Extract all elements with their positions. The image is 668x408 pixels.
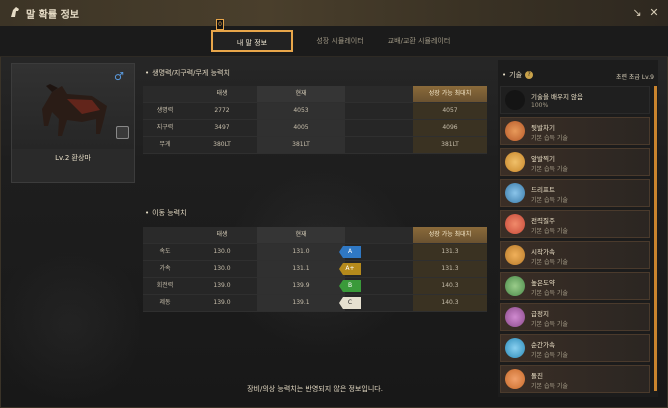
skill-item[interactable]: 급정지 기본 습득 기술 xyxy=(500,303,650,331)
help-icon[interactable]: ? xyxy=(525,71,534,79)
sudden-stop-icon xyxy=(505,307,525,327)
horse-info-window: 말 확률 정보 ↘ ✕ 내 말 정보 성장 시뮬레이터 교배/교환 시뮬레이터 … xyxy=(0,0,668,408)
skills-scrollbar[interactable] xyxy=(654,86,657,391)
move-section-title: • 이동 능력치 xyxy=(145,209,187,217)
high-jump-icon xyxy=(505,276,525,296)
bottom-note: 장비/의상 능력치는 반영되지 않은 정보입니다. xyxy=(247,385,383,393)
skill-item[interactable]: 돌진 기본 습득 기술 xyxy=(500,365,650,393)
table-row: 회전력 139.0 139.9 B 140.3 xyxy=(143,278,487,295)
window-title: 말 확률 정보 xyxy=(26,10,79,21)
skill-item[interactable]: 시작가속 기본 습득 기술 xyxy=(500,241,650,269)
drift-icon xyxy=(505,183,525,203)
skills-title: • 기술? xyxy=(502,70,534,80)
horse-card[interactable]: ♂ Lv.2 환상마 xyxy=(11,63,135,183)
grade-badge: C xyxy=(339,297,361,309)
horse-head-icon xyxy=(11,7,19,17)
skill-item[interactable]: 앞발찍기 기본 습득 기술 xyxy=(500,148,650,176)
table-row: 생명력 2772 4053 4057 xyxy=(143,103,487,120)
table-row: 가속 130.0 131.1 A+ 131.3 xyxy=(143,261,487,278)
skill-slot[interactable]: 기술을 배우지 않음 100% xyxy=(500,86,650,114)
table-row: 제동 139.0 139.1 C 140.3 xyxy=(143,295,487,312)
tab-growth-simulator[interactable]: 성장 시뮬레이터 xyxy=(305,30,375,52)
kick-icon xyxy=(505,121,525,141)
charge-icon xyxy=(505,369,525,389)
horse-skill-button[interactable] xyxy=(116,126,129,139)
restore-icon[interactable]: ↘ xyxy=(631,7,643,19)
grade-badge: A+ xyxy=(339,263,361,275)
tab-badge: 0 xyxy=(216,19,224,30)
skill-item[interactable]: 순간가속 기본 습득 기술 xyxy=(500,334,650,362)
tab-breeding-simulator[interactable]: 교배/교환 시뮬레이터 xyxy=(378,30,460,52)
empty-slot-icon xyxy=(505,90,525,110)
sprint-icon xyxy=(505,214,525,234)
skills-panel: • 기술? 초련 초급 Lv.9 기술을 배우지 않음 100% 뒷발차기 기본 … xyxy=(498,60,658,397)
stats-section-title: • 생명력/지구력/무게 능력치 xyxy=(145,69,230,77)
grade-badge: B xyxy=(339,280,361,292)
table-row: 무게 380LT 381LT 381LT xyxy=(143,137,487,154)
title-bar[interactable]: 말 확률 정보 ↘ ✕ xyxy=(0,0,668,27)
horse-name: Lv.2 환상마 xyxy=(55,154,91,162)
skill-item[interactable]: 뒷발차기 기본 습득 기술 xyxy=(500,117,650,145)
instant-accel-icon xyxy=(505,338,525,358)
table-row: 속도 130.0 131.0 A 131.3 xyxy=(143,244,487,261)
stats-table: 태생 현재 성장 가능 최대치 생명력 2772 4053 4057 지구력 3… xyxy=(143,86,487,154)
skills-level: 초련 초급 Lv.9 xyxy=(615,74,654,81)
tab-bar: 내 말 정보 성장 시뮬레이터 교배/교환 시뮬레이터 xyxy=(0,26,668,57)
move-table: 태생 현재 성장 가능 최대치 속도 130.0 131.0 A 131.3 가… xyxy=(143,227,487,312)
tab-my-horse[interactable]: 내 말 정보 xyxy=(211,30,293,52)
stomp-icon xyxy=(505,152,525,172)
table-header: 태생 현재 성장 가능 최대치 xyxy=(143,86,487,103)
close-icon[interactable]: ✕ xyxy=(648,7,660,19)
skill-item[interactable]: 전력질주 기본 습득 기술 xyxy=(500,210,650,238)
gender-male-icon: ♂ xyxy=(114,70,124,83)
table-header: 태생 현재 성장 가능 최대치 xyxy=(143,227,487,244)
grade-badge: A xyxy=(339,246,361,258)
skill-item[interactable]: 높은도약 기본 습득 기술 xyxy=(500,272,650,300)
start-accel-icon xyxy=(505,245,525,265)
table-row: 지구력 3497 4005 4096 xyxy=(143,120,487,137)
skill-item[interactable]: 드리프트 기본 습득 기술 xyxy=(500,179,650,207)
